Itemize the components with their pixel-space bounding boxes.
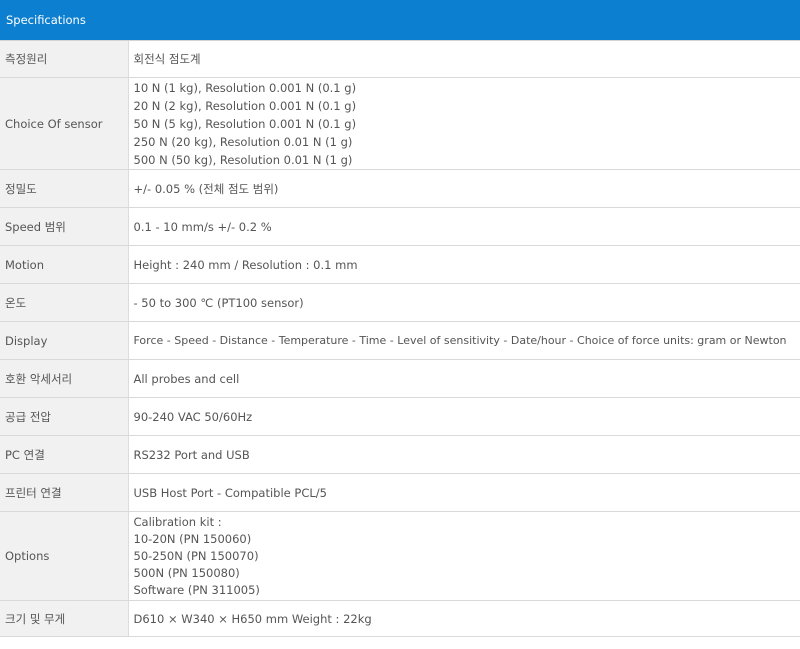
row-value: 회전식 점도계 xyxy=(128,40,800,78)
row-label: 정밀도 xyxy=(0,169,129,208)
value-line: - 50 to 300 ℃ (PT100 sensor) xyxy=(133,295,304,310)
row-label: Speed 범위 xyxy=(0,207,129,246)
value-line: 10-20N (PN 150060) xyxy=(133,531,252,546)
value-line: 500N (PN 150080) xyxy=(133,565,240,580)
row-label: Options xyxy=(0,511,129,601)
value-line: RS232 Port and USB xyxy=(133,447,250,462)
specifications-table: Specifications 측정원리 회전식 점도계 Choice Of se… xyxy=(0,0,800,637)
value-line: 10 N (1 kg), Resolution 0.001 N (0.1 g) xyxy=(133,80,357,95)
table-row: 호환 악세서리 All probes and cell xyxy=(0,359,800,398)
row-value: Force - Speed - Distance - Temperature -… xyxy=(128,321,800,360)
value-line: 250 N (20 kg), Resolution 0.01 N (1 g) xyxy=(133,134,353,149)
row-value: 90-240 VAC 50/60Hz xyxy=(128,397,800,436)
table-row: Options Calibration kit : 10-20N (PN 150… xyxy=(0,511,800,601)
value-line: +/- 0.05 % (전체 점도 범위) xyxy=(133,181,279,196)
table-row: Speed 범위 0.1 - 10 mm/s +/- 0.2 % xyxy=(0,207,800,246)
value-line: USB Host Port - Compatible PCL/5 xyxy=(133,485,327,500)
value-line: 0.1 - 10 mm/s +/- 0.2 % xyxy=(133,219,272,234)
row-label: 온도 xyxy=(0,283,129,322)
value-line: 500 N (50 kg), Resolution 0.01 N (1 g) xyxy=(133,152,353,167)
row-label: PC 연결 xyxy=(0,435,129,474)
table-row: 온도 - 50 to 300 ℃ (PT100 sensor) xyxy=(0,283,800,322)
value-line: Calibration kit : xyxy=(133,514,222,529)
table-row: 측정원리 회전식 점도계 xyxy=(0,40,800,78)
row-value: RS232 Port and USB xyxy=(128,435,800,474)
value-line: 50-250N (PN 150070) xyxy=(133,548,259,563)
value-line: 20 N (2 kg), Resolution 0.001 N (0.1 g) xyxy=(133,98,357,113)
row-label: 크기 및 무게 xyxy=(0,600,129,637)
table-row: 프린터 연결 USB Host Port - Compatible PCL/5 xyxy=(0,473,800,512)
value-line: Software (PN 311005) xyxy=(133,582,260,597)
value-line: Height : 240 mm / Resolution : 0.1 mm xyxy=(133,257,358,272)
row-label: 측정원리 xyxy=(0,40,129,78)
table-row: 정밀도 +/- 0.05 % (전체 점도 범위) xyxy=(0,169,800,208)
value-line: All probes and cell xyxy=(133,371,240,386)
value-line: 50 N (5 kg), Resolution 0.001 N (0.1 g) xyxy=(133,116,357,131)
table-row: Display Force - Speed - Distance - Tempe… xyxy=(0,321,800,360)
row-label: 프린터 연결 xyxy=(0,473,129,512)
row-value: +/- 0.05 % (전체 점도 범위) xyxy=(128,169,800,208)
table-row: PC 연결 RS232 Port and USB xyxy=(0,435,800,474)
table-row: 크기 및 무게 D610 × W340 × H650 mm Weight : 2… xyxy=(0,600,800,637)
table-row: 공급 전압 90-240 VAC 50/60Hz xyxy=(0,397,800,436)
row-value: Height : 240 mm / Resolution : 0.1 mm xyxy=(128,245,800,284)
row-value: Calibration kit : 10-20N (PN 150060) 50-… xyxy=(128,511,800,601)
row-label: Display xyxy=(0,321,129,360)
row-label: Choice Of sensor xyxy=(0,77,129,170)
table-row: Motion Height : 240 mm / Resolution : 0.… xyxy=(0,245,800,284)
row-label: 공급 전압 xyxy=(0,397,129,436)
table-header-row: Specifications xyxy=(0,0,800,41)
value-line: Force - Speed - Distance - Temperature -… xyxy=(133,333,787,347)
row-value: 0.1 - 10 mm/s +/- 0.2 % xyxy=(128,207,800,246)
value-line: 회전식 점도계 xyxy=(133,52,201,66)
row-value: USB Host Port - Compatible PCL/5 xyxy=(128,473,800,512)
row-label: Motion xyxy=(0,245,129,284)
row-value: 10 N (1 kg), Resolution 0.001 N (0.1 g) … xyxy=(128,77,800,170)
table-title: Specifications xyxy=(0,0,800,41)
row-value: D610 × W340 × H650 mm Weight : 22kg xyxy=(128,600,800,637)
table-row: Choice Of sensor 10 N (1 kg), Resolution… xyxy=(0,77,800,170)
row-value: All probes and cell xyxy=(128,359,800,398)
value-line: D610 × W340 × H650 mm Weight : 22kg xyxy=(133,611,372,626)
value-line: 90-240 VAC 50/60Hz xyxy=(133,409,253,424)
row-label: 호환 악세서리 xyxy=(0,359,129,398)
row-value: - 50 to 300 ℃ (PT100 sensor) xyxy=(128,283,800,322)
